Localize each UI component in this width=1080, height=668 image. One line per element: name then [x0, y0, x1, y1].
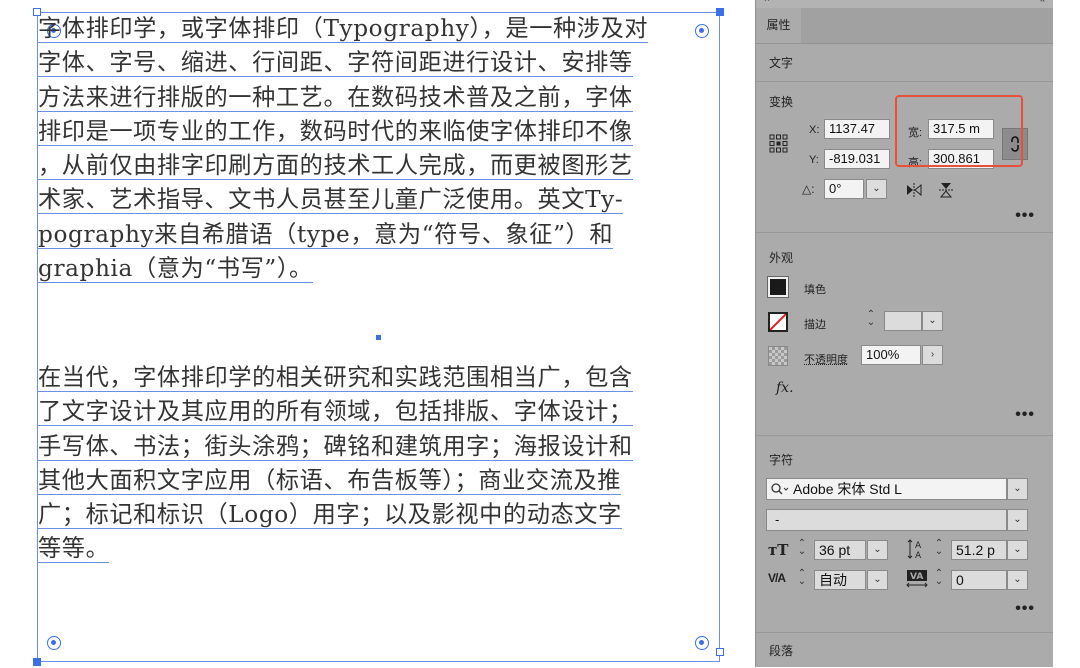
stroke-weight-stepper-icon[interactable]: ⌃ ⌄	[863, 310, 879, 331]
tab-properties[interactable]: 属性	[756, 8, 801, 43]
kerning-input[interactable]: 自动	[814, 570, 866, 590]
stroke-swatch[interactable]	[768, 312, 788, 332]
close-icon[interactable]: ×	[764, 0, 770, 5]
text-line: 其他大面积文字应用（标语、布告板等）；商业交流及推	[38, 466, 622, 495]
transform-more-button[interactable]: •••	[1015, 207, 1035, 225]
stroke-label: 描边	[804, 319, 826, 331]
leading-stepper-icon[interactable]: ⌃ ⌄	[931, 539, 947, 560]
font-size-stepper-icon[interactable]: ⌃ ⌄	[794, 539, 810, 560]
frame-handle-bottom-right[interactable]	[716, 648, 724, 656]
leading-icon: AA	[907, 538, 927, 561]
annotation-highlight-box	[895, 95, 1023, 167]
right-edge-area	[1053, 0, 1080, 667]
fx-effects-icon[interactable]: fx.	[776, 380, 794, 396]
paragraph-1[interactable]: 字体排印学，或字体排印（Typography），是一种涉及对 字体、字号、缩进、…	[38, 12, 720, 286]
kerning-stepper-icon[interactable]: ⌃ ⌄	[794, 569, 810, 590]
rotate-dropdown-icon[interactable]: ⌄	[866, 179, 887, 199]
font-size-icon: ᴛT	[768, 541, 789, 559]
font-size-dropdown-icon[interactable]: ⌄	[867, 540, 888, 560]
tracking-dropdown-icon[interactable]: ⌄	[1007, 570, 1028, 590]
text-line: 字体排印学，或字体排印（Typography），是一种涉及对	[38, 15, 649, 43]
leading-input[interactable]: 51.2 p	[951, 540, 1007, 560]
opacity-input[interactable]: 100%	[861, 345, 921, 365]
kerning-icon: V/A	[768, 571, 786, 585]
paragraph-section: 段落	[756, 632, 1053, 668]
no-color-slash-icon	[769, 313, 787, 331]
section-title-character: 字符	[769, 453, 794, 467]
font-family-dropdown-icon[interactable]: ⌄	[1007, 478, 1028, 500]
rotate-input[interactable]: 0°	[824, 179, 864, 199]
collapse-icon[interactable]: «	[1039, 0, 1045, 5]
leading-dropdown-icon[interactable]: ⌄	[1007, 540, 1028, 560]
text-line: 字体、字号、缩进、行间距、字符间距进行设计、安排等	[38, 49, 633, 78]
font-size-input[interactable]: 36 pt	[814, 540, 866, 560]
opacity-checker-icon[interactable]	[768, 346, 788, 366]
x-input[interactable]: 1137.47	[824, 119, 890, 139]
font-family-input[interactable]: Adobe 宋体 Std L	[766, 478, 1007, 500]
text-line: 了文字设计及其应用的所有领域，包括排版、字体设计；	[38, 398, 633, 427]
flip-horizontal-icon[interactable]	[906, 183, 922, 197]
stroke-weight-input[interactable]	[884, 311, 922, 331]
opacity-label[interactable]: 不透明度	[804, 351, 848, 367]
rotate-label: △:	[802, 182, 815, 196]
text-line: 广；标记和标识（Logo）用字；以及影视中的动态文字	[38, 501, 622, 530]
stroke-weight-dropdown-icon[interactable]: ⌄	[922, 311, 943, 331]
text-line: pography来自希腊语（type，意为“符号、象征”）和	[38, 220, 614, 249]
y-input[interactable]: -819.031	[824, 149, 890, 169]
tracking-stepper-icon[interactable]: ⌃ ⌄	[931, 569, 947, 590]
font-style-input[interactable]: -	[766, 509, 1007, 531]
corner-widget-bottom-right-icon[interactable]	[695, 636, 709, 650]
fill-swatch[interactable]	[767, 276, 789, 298]
character-more-button[interactable]: •••	[1015, 600, 1035, 618]
svg-text:A: A	[915, 541, 922, 551]
panel-tab-bar: 属性	[756, 8, 1053, 44]
text-line: ，从前仅由排字印刷方面的技术工人完成，而更被图形艺	[38, 152, 633, 181]
paragraph-2[interactable]: 在当代，字体排印学的相关研究和实践范围相当广，包含 了文字设计及其应用的所有领域…	[38, 361, 720, 567]
font-style-dropdown-icon[interactable]: ⌄	[1007, 509, 1028, 531]
text-line: 手写体、书法；街头涂鸦；碑铭和建筑用字；海报设计和	[38, 432, 633, 461]
flip-vertical-icon[interactable]	[939, 182, 953, 198]
tracking-input[interactable]: 0	[951, 570, 1007, 590]
frame-handle-bottom-left[interactable]	[33, 658, 41, 666]
x-label: X:	[809, 124, 820, 136]
opacity-expand-icon[interactable]: ›	[922, 345, 943, 365]
section-title-paragraph: 段落	[769, 644, 794, 658]
svg-text:VA: VA	[910, 572, 923, 582]
frame-center-point	[376, 335, 381, 340]
svg-text:A: A	[915, 551, 922, 560]
text-line: 在当代，字体排印学的相关研究和实践范围相当广，包含	[38, 364, 633, 392]
text-line: 排印是一项专业的工作，数码时代的来临使字体排印不像	[38, 117, 633, 146]
section-title-appearance: 外观	[769, 251, 794, 265]
search-icon	[770, 482, 790, 496]
text-line: 术家、艺术指导、文书人员甚至儿童广泛使用。英文Ty-	[38, 186, 624, 215]
y-label: Y:	[809, 154, 819, 166]
artboard-canvas[interactable]: 字体排印学，或字体排印（Typography），是一种涉及对 字体、字号、缩进、…	[0, 0, 752, 667]
appearance-more-button[interactable]: •••	[1015, 406, 1035, 424]
text-line: 方法来进行排版的一种工艺。在数码技术普及之前，字体	[38, 83, 633, 112]
text-line: graphia（意为“书写”）。	[38, 255, 313, 284]
text-line: 等等。	[38, 535, 110, 564]
section-title-transform: 变换	[769, 95, 794, 109]
character-section: 字符 Adobe 宋体 Std L ⌄ - ⌄ ᴛT ⌃ ⌄ 36 pt ⌄ AA…	[756, 435, 1053, 632]
kerning-dropdown-icon[interactable]: ⌄	[867, 570, 888, 590]
tracking-icon: VA	[905, 569, 929, 589]
appearance-section: 外观 填色 描边 ⌃ ⌄ ⌄ 不透明度 100% › fx. •••	[756, 232, 1053, 435]
fill-label: 填色	[804, 284, 826, 296]
reference-point-icon[interactable]	[769, 134, 788, 153]
corner-widget-bottom-left-icon[interactable]	[47, 636, 61, 650]
section-title-text: 文字	[769, 56, 794, 70]
